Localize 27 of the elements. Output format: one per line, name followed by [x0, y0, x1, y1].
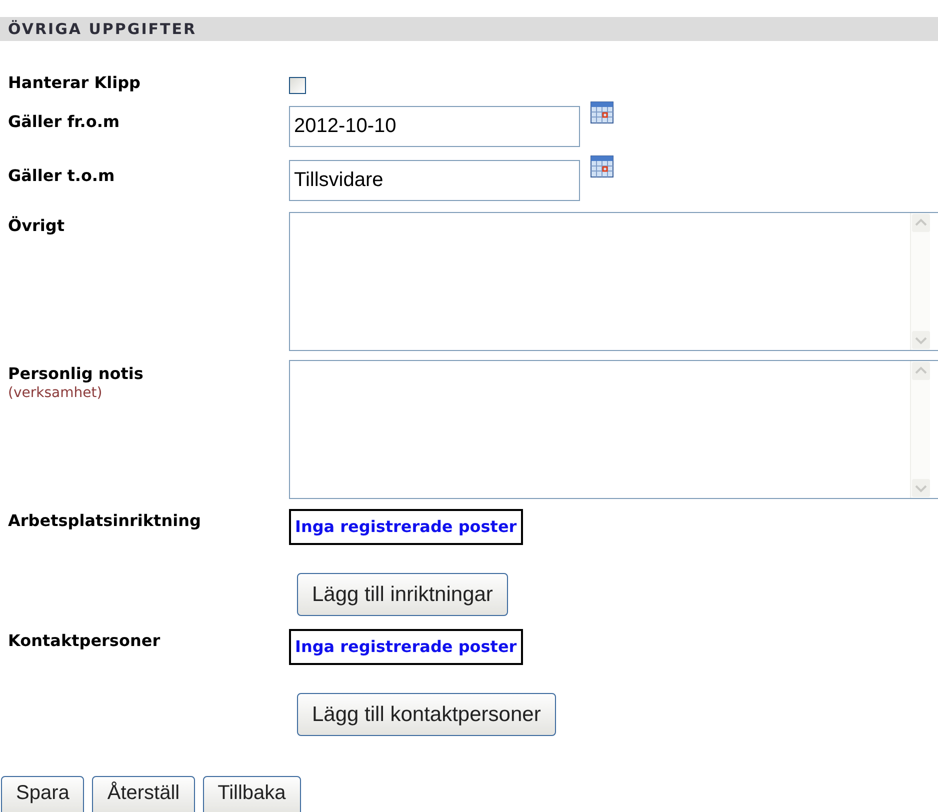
- scroll-down-icon[interactable]: [911, 330, 931, 350]
- field-label: Kontaktpersoner: [8, 631, 162, 651]
- form-button[interactable]: Tillbaka: [202, 776, 301, 812]
- field-label: Hanterar Klipp: [8, 73, 142, 93]
- field-label: Arbetsplatsinriktning: [8, 511, 202, 531]
- field-label: Övrigt: [8, 216, 66, 236]
- form-button[interactable]: Återställ: [92, 776, 195, 812]
- text-area[interactable]: [289, 212, 938, 351]
- checkbox[interactable]: [289, 77, 306, 94]
- text-area[interactable]: [289, 360, 938, 499]
- add-button[interactable]: Lägg till kontaktpersoner: [297, 693, 556, 736]
- empty-list-box: Inga registrerade poster: [289, 629, 523, 665]
- field-note: (verksamhet): [8, 384, 104, 402]
- add-button[interactable]: Lägg till inriktningar: [297, 573, 508, 616]
- section-header: ÖVRIGA UPPGIFTER: [0, 17, 938, 41]
- empty-list-box: Inga registrerade poster: [289, 509, 523, 545]
- calendar-icon[interactable]: [590, 100, 614, 124]
- scroll-up-icon[interactable]: [911, 213, 931, 233]
- field-label: Gäller fr.o.m: [8, 112, 121, 132]
- field-label: Personlig notis: [8, 364, 144, 384]
- scroll-up-icon[interactable]: [911, 361, 931, 381]
- date-field[interactable]: Tillsvidare: [289, 160, 580, 201]
- date-field[interactable]: 2012-10-10: [289, 106, 580, 147]
- calendar-icon[interactable]: [590, 154, 614, 178]
- field-label: Gäller t.o.m: [8, 166, 116, 186]
- form-button[interactable]: Spara: [1, 776, 84, 812]
- scroll-down-icon[interactable]: [911, 478, 931, 498]
